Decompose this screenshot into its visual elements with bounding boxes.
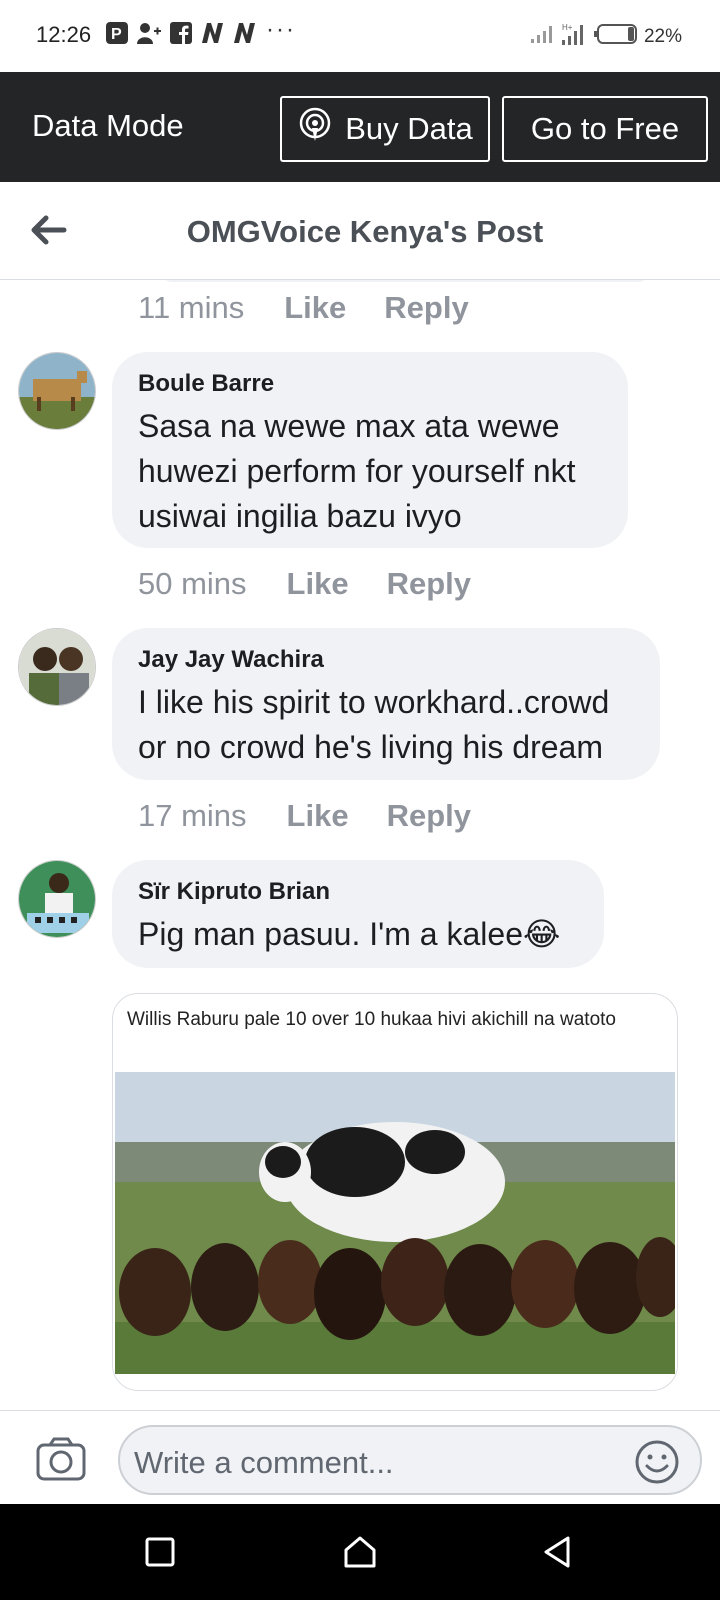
comment-time: 50 mins — [138, 566, 247, 601]
comment-time: 11 mins — [138, 290, 245, 325]
reply-button[interactable]: Reply — [387, 798, 471, 834]
comment-meta-row: 50 mins Like Reply — [138, 566, 509, 602]
comment-line: huwezi perform for yourself nkt — [138, 453, 576, 489]
comment-author[interactable]: Boule Barre — [138, 370, 602, 398]
previous-comment-bubble-edge — [160, 280, 650, 282]
more-notifications-icon: ··· — [266, 16, 296, 43]
system-status-icons: H+ 22% — [530, 22, 682, 51]
buy-data-label: Buy Data — [345, 111, 473, 146]
svg-text:P: P — [111, 26, 122, 43]
post-header: OMGVoice Kenya's Post — [0, 182, 720, 280]
data-mode-label: Data Mode — [32, 108, 184, 143]
avatar[interactable] — [18, 628, 96, 706]
svg-text:H+: H+ — [562, 23, 573, 32]
signal-icon — [530, 24, 554, 49]
n-icon — [200, 20, 226, 46]
comment-time: 17 mins — [138, 798, 247, 833]
comment-line: usiwai ingilia bazu ivyo — [138, 498, 462, 534]
recents-square-icon[interactable] — [142, 1534, 178, 1570]
like-button[interactable]: Like — [284, 290, 346, 326]
comment-author[interactable]: Sïr Kipruto Brian — [138, 878, 578, 906]
notification-icons: P — [104, 20, 258, 46]
status-time: 12:26 — [36, 22, 92, 47]
like-button[interactable]: Like — [287, 798, 349, 834]
comment-input[interactable]: Write a comment... — [118, 1425, 702, 1495]
signal-hplus-icon: H+ — [560, 22, 588, 51]
reply-button[interactable]: Reply — [384, 290, 468, 326]
comment-meta-row: 11 mins Like Reply — [138, 290, 507, 326]
comment-line: Pig man pasuu. I'm a kalee😂 — [138, 916, 561, 952]
comment-line: or no crowd he's living his dream — [138, 729, 603, 765]
comment-image-attachment[interactable]: Willis Raburu pale 10 over 10 hukaa hivi… — [112, 993, 678, 1391]
battery-percent: 22% — [643, 25, 682, 47]
page-title: OMGVoice Kenya's Post — [186, 214, 544, 249]
battery-icon — [593, 23, 638, 50]
meme-caption: Willis Raburu pale 10 over 10 hukaa hivi… — [127, 1009, 616, 1030]
comment-placeholder: Write a comment... — [134, 1445, 394, 1480]
comment-author[interactable]: Jay Jay Wachira — [138, 646, 634, 674]
comment-text: Sasa na wewe max ata wewe huwezi perform… — [138, 404, 602, 539]
comment-text: I like his spirit to workhard..crowd or … — [138, 680, 634, 770]
comment-bubble: Sïr Kipruto Brian Pig man pasuu. I'm a k… — [112, 860, 604, 968]
comment-bubble: Jay Jay Wachira I like his spirit to wor… — [112, 628, 660, 780]
avatar[interactable] — [18, 860, 96, 938]
comment-composer: Write a comment... — [0, 1410, 720, 1504]
comment-line: I like his spirit to workhard..crowd — [138, 684, 610, 720]
home-icon[interactable] — [342, 1534, 378, 1570]
p-icon: P — [104, 20, 130, 46]
n-icon — [232, 20, 258, 46]
reply-button[interactable]: Reply — [387, 566, 471, 602]
data-mode-bar: Data Mode Buy Data Go to Free — [0, 72, 720, 182]
camera-icon[interactable] — [36, 1437, 86, 1481]
buy-data-button[interactable]: Buy Data — [280, 96, 490, 162]
go-to-free-button[interactable]: Go to Free — [502, 96, 708, 162]
comment-text: Pig man pasuu. I'm a kalee😂 — [138, 912, 578, 957]
system-nav-bar — [0, 1504, 720, 1600]
cattle-photo — [115, 1072, 675, 1374]
comment-bubble: Boule Barre Sasa na wewe max ata wewe hu… — [112, 352, 628, 548]
back-triangle-icon[interactable] — [540, 1534, 576, 1570]
comment-meta-row: 17 mins Like Reply — [138, 798, 509, 834]
comment-line: Sasa na wewe max ata wewe — [138, 408, 560, 444]
status-bar: 12:26 P ··· H+ 22% — [0, 0, 720, 72]
emoji-icon[interactable] — [634, 1439, 680, 1485]
avatar[interactable] — [18, 352, 96, 430]
broadcast-icon — [297, 107, 333, 151]
like-button[interactable]: Like — [287, 566, 349, 602]
person-add-icon — [136, 20, 162, 46]
facebook-icon — [168, 20, 194, 46]
comments-list: 11 mins Like Reply Boule Barre Sasa na w… — [0, 280, 720, 1410]
